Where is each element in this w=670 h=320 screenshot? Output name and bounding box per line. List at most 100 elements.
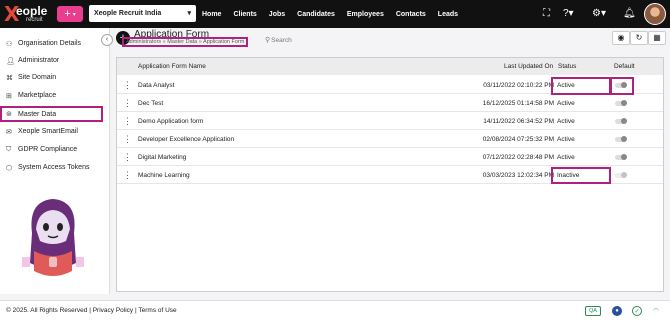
status-highlight bbox=[551, 77, 611, 95]
sidebar-item-label: GDPR Compliance bbox=[18, 146, 78, 153]
nav-employees[interactable]: Employees bbox=[347, 11, 384, 18]
default-toggle[interactable] bbox=[615, 154, 627, 160]
sidebar-item-label: Marketplace bbox=[18, 92, 57, 99]
top-bar: X eople recruit + ▾ Xeople Recruit India … bbox=[0, 0, 670, 28]
sidebar-item-site-domain[interactable]: ⌘ Site Domain bbox=[0, 69, 110, 86]
row-status: Active bbox=[557, 100, 575, 107]
sidebar-item-label: Organisation Details bbox=[18, 40, 82, 47]
copyright: © 2025. All Rights Reserved bbox=[6, 307, 88, 314]
org-icon: ⚇ bbox=[6, 40, 13, 48]
bell-icon[interactable]: 🔔︎ bbox=[623, 8, 636, 19]
grid-icon[interactable]: ▦ bbox=[648, 31, 666, 45]
terms-link[interactable]: Terms of Use bbox=[138, 307, 176, 314]
sidebar-item-administrator[interactable]: 👤︎ Administrator bbox=[0, 52, 110, 69]
mascot-illustration bbox=[22, 199, 84, 276]
sidebar-item-label: Master Data bbox=[18, 110, 57, 118]
chevron-down-icon: ▾ bbox=[72, 11, 76, 18]
col-name[interactable]: Application Form Name bbox=[138, 58, 206, 75]
table-row[interactable]: ⋮ Digital Marketing 07/12/2022 02:28:48 … bbox=[117, 149, 663, 166]
default-toggle[interactable] bbox=[615, 136, 627, 142]
row-menu-icon[interactable]: ⋮ bbox=[123, 170, 132, 180]
chevron-down-icon: ▾ bbox=[187, 10, 191, 17]
nav-leads[interactable]: Leads bbox=[438, 11, 458, 18]
default-toggle[interactable] bbox=[615, 100, 627, 106]
nav-candidates[interactable]: Candidates bbox=[297, 11, 335, 18]
sidebar-item-organisation-details[interactable]: ⚇ Organisation Details bbox=[0, 35, 110, 52]
plus-icon: + bbox=[64, 8, 71, 20]
table-row[interactable]: ⋮ Developer Excellence Application 02/08… bbox=[117, 131, 663, 148]
nav-clients[interactable]: Clients bbox=[233, 11, 256, 18]
row-updated: 03/03/2023 12:02:34 PM bbox=[482, 172, 554, 179]
search-icon: ⚲ bbox=[265, 37, 271, 44]
search-box[interactable]: ⚲Search bbox=[265, 36, 605, 47]
row-updated: 07/12/2022 02:28:48 PM bbox=[482, 154, 554, 161]
row-status: Active bbox=[557, 154, 575, 161]
footer: © 2025. All Rights Reserved | Privacy Po… bbox=[0, 300, 670, 320]
qa-badge: QA bbox=[585, 306, 601, 316]
mail-icon: ✉ bbox=[6, 128, 12, 136]
data-icon: ⊛ bbox=[6, 111, 12, 118]
sidebar-item-label: Administrator bbox=[18, 57, 60, 64]
shield-icon: ⛉ bbox=[6, 145, 12, 153]
row-menu-icon[interactable]: ⋮ bbox=[123, 98, 132, 108]
row-updated: 02/08/2024 07:25:32 PM bbox=[482, 136, 554, 143]
col-status[interactable]: Status bbox=[558, 58, 576, 75]
logo-word: eople bbox=[16, 4, 48, 18]
default-toggle[interactable] bbox=[615, 172, 627, 178]
sidebar-item-label: Xeople SmartEmail bbox=[18, 128, 78, 135]
nav-contacts[interactable]: Contacts bbox=[396, 11, 426, 18]
nav-home[interactable]: Home bbox=[202, 11, 221, 18]
main-nav: Home Clients Jobs Candidates Employees C… bbox=[202, 0, 470, 28]
check-icon[interactable]: ✓ bbox=[632, 306, 642, 316]
company-selector[interactable]: Xeople Recruit India ▾ bbox=[89, 5, 196, 22]
sidebar-item-access-tokens[interactable]: ⬡ System Access Tokens bbox=[0, 159, 110, 176]
domain-icon: ⌘ bbox=[6, 74, 13, 82]
col-updated[interactable]: Last Updated On bbox=[504, 58, 553, 75]
expand-icon[interactable]: ⛶ bbox=[543, 8, 550, 19]
sidebar-item-master-data[interactable]: ⊛ Master Data bbox=[0, 106, 103, 122]
default-toggle[interactable] bbox=[615, 118, 627, 124]
row-name: Digital Marketing bbox=[138, 154, 187, 161]
token-icon: ⬡ bbox=[6, 164, 13, 172]
privacy-link[interactable]: Privacy Policy bbox=[93, 307, 133, 314]
row-status: Active bbox=[557, 118, 575, 125]
company-name: Xeople Recruit India bbox=[94, 10, 162, 17]
market-icon: ⊞ bbox=[6, 92, 12, 100]
row-menu-icon[interactable]: ⋮ bbox=[123, 80, 132, 90]
footer-links: © 2025. All Rights Reserved | Privacy Po… bbox=[6, 307, 177, 314]
sidebar-item-smartemail[interactable]: ✉ Xeople SmartEmail bbox=[0, 123, 110, 140]
default-highlight bbox=[610, 77, 634, 95]
sidebar-item-marketplace[interactable]: ⊞ Marketplace bbox=[0, 87, 110, 104]
table-row[interactable]: ⋮ Demo Application form 14/11/2022 06:34… bbox=[117, 113, 663, 130]
sidebar-item-gdpr[interactable]: ⛉ GDPR Compliance bbox=[0, 141, 110, 158]
row-menu-icon[interactable]: ⋮ bbox=[123, 152, 132, 162]
row-updated: 03/11/2022 02:10:22 PM bbox=[483, 82, 554, 89]
refresh-icon[interactable]: ↻ bbox=[630, 31, 648, 45]
row-name: Demo Application form bbox=[138, 118, 204, 125]
col-default[interactable]: Default bbox=[614, 58, 635, 75]
quick-add-button[interactable]: + ▾ bbox=[57, 6, 83, 22]
eye-icon[interactable]: ◉ bbox=[612, 31, 630, 45]
table-row[interactable]: ⋮ Dec Test 16/12/2025 01:14:58 PM Active bbox=[117, 95, 663, 112]
wifi-icon[interactable]: ◠ bbox=[651, 306, 661, 316]
inactive-highlight bbox=[551, 167, 611, 184]
breadcrumb[interactable]: Administrators » Master Data » Applicati… bbox=[122, 37, 249, 47]
application-form-table: Application Form Name Last Updated On St… bbox=[116, 57, 664, 292]
nav-jobs[interactable]: Jobs bbox=[269, 11, 285, 18]
user-avatar[interactable] bbox=[644, 3, 666, 25]
main-content: + Application Form Administrators » Mast… bbox=[110, 28, 670, 294]
gear-icon[interactable]: ⚙▾ bbox=[592, 8, 606, 19]
row-menu-icon[interactable]: ⋮ bbox=[123, 116, 132, 126]
help-icon[interactable]: ?▾ bbox=[563, 8, 574, 19]
row-name: Machine Learning bbox=[138, 172, 190, 179]
row-status: Active bbox=[557, 136, 575, 143]
table-header: Application Form Name Last Updated On St… bbox=[117, 58, 663, 75]
row-menu-icon[interactable]: ⋮ bbox=[123, 134, 132, 144]
user-icon: 👤︎ bbox=[6, 57, 15, 65]
user-status-icon[interactable]: ● bbox=[612, 306, 622, 316]
row-name: Data Analyst bbox=[138, 82, 175, 89]
search-input[interactable]: Search bbox=[271, 37, 292, 44]
xeople-logo[interactable]: X eople recruit bbox=[4, 2, 54, 26]
row-name: Dec Test bbox=[138, 100, 164, 107]
row-name: Developer Excellence Application bbox=[138, 136, 235, 143]
